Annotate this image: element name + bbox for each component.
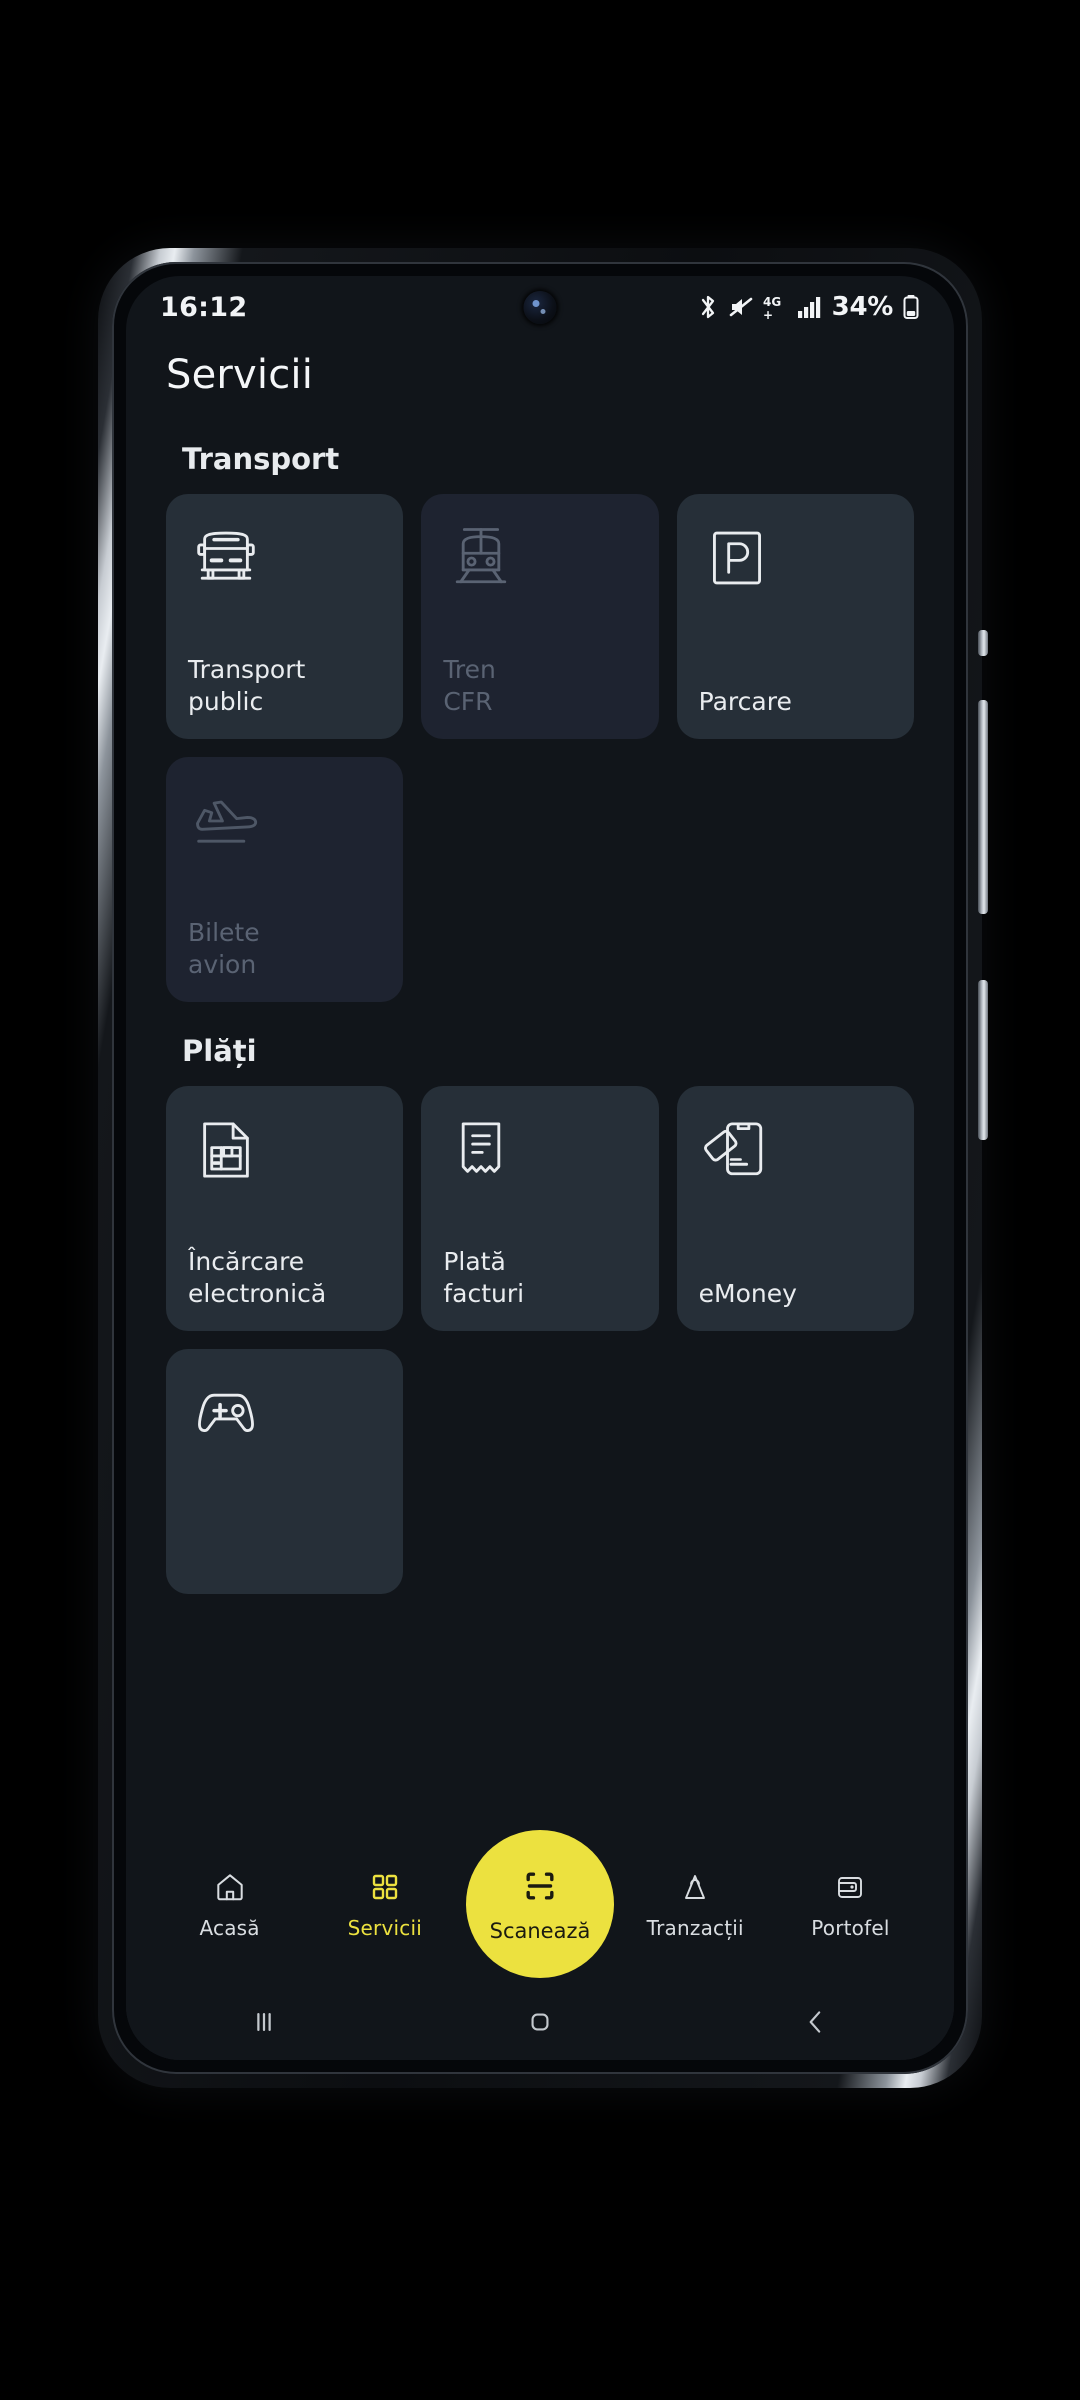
bus-icon [188, 520, 381, 598]
nav-item-label: Tranzacții [646, 1916, 744, 1940]
svg-text:+: + [763, 308, 773, 321]
service-card-label: Încărcare electronică [188, 1247, 327, 1308]
service-card-parcare[interactable]: Parcare [676, 494, 914, 739]
services-scroll-area[interactable]: Transport Transport public Tren CFR Parc… [126, 410, 954, 2060]
back-chevron-icon[interactable] [756, 1992, 876, 2052]
receipt-icon [443, 1112, 636, 1190]
service-card-games[interactable] [166, 1349, 404, 1594]
status-bar: 16:12 4G + 34% [126, 276, 954, 338]
section-title-plati: Plăți [182, 1034, 257, 1068]
home-icon [213, 1870, 247, 1904]
scan-fab-button[interactable]: Scanează [466, 1830, 614, 1978]
android-system-nav [126, 1984, 954, 2060]
phone-volume-button[interactable] [978, 700, 988, 914]
service-card-label: Bilete avion [188, 918, 260, 979]
nav-item-label: Portofel [811, 1916, 890, 1940]
phone-power-button[interactable] [978, 980, 988, 1140]
signal-bars-icon [797, 297, 820, 318]
nav-item-acasa[interactable]: Acasă [152, 1856, 307, 1940]
nav-item-tranzactii[interactable]: Tranzacții [618, 1856, 773, 1940]
svg-text:4G: 4G [763, 295, 781, 309]
page-title: Servicii [166, 352, 314, 398]
nav-item-label: Acasă [199, 1916, 260, 1940]
transport-card-grid: Transport public Tren CFR Parcare Bilete… [126, 494, 954, 1002]
scan-icon [519, 1865, 561, 1911]
home-square-icon[interactable] [480, 1992, 600, 2052]
status-bar-icons: 4G + 34% [697, 292, 920, 322]
service-card-emoney[interactable]: eMoney [676, 1086, 914, 1331]
gamepad-icon [188, 1375, 381, 1453]
scan-fab-label: Scanează [489, 1919, 591, 1943]
train-icon [443, 520, 636, 598]
grid-icon [369, 1870, 401, 1904]
phone-side-button-small[interactable] [978, 630, 988, 656]
service-card-label: Tren CFR [443, 655, 496, 716]
payments-card-grid: Încărcare electronică Plată facturi eMon… [126, 1086, 954, 1594]
app-content: Servicii Transport Transport public Tren… [126, 338, 954, 2060]
nav-item-label: Servicii [347, 1916, 422, 1940]
service-card-tren-cfr[interactable]: Tren CFR [421, 494, 659, 739]
wallet-icon [834, 1870, 866, 1904]
screenshot-stage: 16:12 4G + 34% Servicii Transport Transp… [0, 0, 1080, 2400]
service-card-incarcare-electronica[interactable]: Încărcare electronică [166, 1086, 404, 1331]
sim-card-icon [188, 1112, 381, 1190]
nav-item-portofel[interactable]: Portofel [773, 1856, 928, 1940]
airplane-takeoff-icon [188, 783, 381, 861]
service-card-label: Plată facturi [443, 1247, 525, 1308]
service-card-label: Transport public [188, 655, 306, 716]
mute-icon [729, 297, 752, 317]
service-card-bilete-avion[interactable]: Bilete avion [166, 757, 404, 1002]
phone-card-icon [699, 1112, 892, 1190]
shopping-bag-icon [679, 1870, 711, 1904]
front-camera-punch-hole [523, 291, 557, 324]
network-4g-plus-icon: 4G + [763, 295, 781, 321]
service-card-label: Parcare [698, 686, 792, 716]
nav-item-servicii[interactable]: Servicii [307, 1856, 462, 1940]
phone-screen: 16:12 4G + 34% Servicii Transport Transp… [126, 276, 954, 2060]
status-bar-clock: 16:12 [160, 291, 248, 323]
battery-icon [903, 295, 919, 319]
service-card-label: eMoney [698, 1278, 797, 1308]
bottom-navigation: Acasă Servicii Scanează Tranzacții Porto… [126, 1830, 954, 1984]
service-card-transport-public[interactable]: Transport public [166, 494, 404, 739]
section-title-transport: Transport [182, 442, 340, 476]
parking-icon [699, 520, 892, 598]
bluetooth-icon [701, 295, 714, 319]
service-card-plata-facturi[interactable]: Plată facturi [421, 1086, 659, 1331]
recents-icon[interactable] [204, 1992, 324, 2052]
battery-percent-label: 34% [831, 292, 894, 322]
